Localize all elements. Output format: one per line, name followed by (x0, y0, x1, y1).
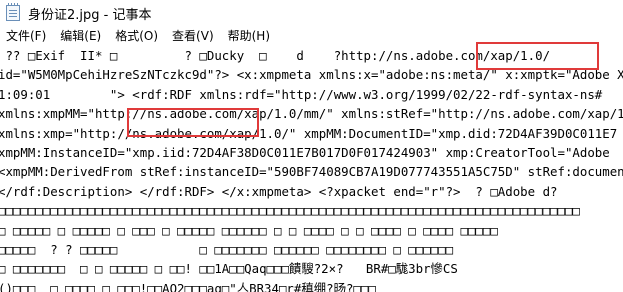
text-line: 1:09:01 "> <rdf:RDF xmlns:rdf="http://ww… (0, 86, 603, 102)
text-line: </rdf:Description> </rdf:RDF> </x:xmpmet… (0, 183, 558, 199)
text-line: id="W5M0MpCehiHzreSzNTczkc9d"?> <x:xmpme… (0, 67, 623, 83)
menu-edit[interactable]: 编辑(E) (53, 26, 108, 46)
menu-file[interactable]: 文件(F) (0, 26, 53, 46)
menu-format[interactable]: 格式(O) (108, 26, 165, 46)
notepad-icon (6, 3, 20, 21)
text-line: <xmpMM:DerivedFrom stRef:instanceID="590… (0, 164, 623, 180)
window-title: 身份证2.jpg - 记事本 (28, 7, 152, 23)
text-line: xmlns:xmp="http://ns.adobe.com/xap/1.0/"… (0, 125, 618, 141)
title-bar: 身份证2.jpg - 记事本 (0, 0, 623, 26)
text-line: xmpMM:InstanceID="xmp.iid:72D4AF38D0C011… (0, 144, 610, 160)
menu-view[interactable]: 查看(V) (165, 26, 221, 46)
text-line: □ □□□□□□□ □ □ □□□□□ □ □□! □□1A□□Qaq□□□饋騪… (0, 261, 458, 277)
text-editor-area[interactable]: ?? □Exif II* □ ? □Ducky □ d ?http://ns.a… (0, 46, 623, 292)
text-line: ()□□□ □ □□□□ □ □□□!□□AQ2□□□aq□"亼BR34□r#稹… (0, 280, 376, 292)
text-line: □□□□□□□□□□□□□□□□□□□□□□□□□□□□□□□□□□□□□□□□… (0, 203, 580, 219)
menu-bar: 文件(F) 编辑(E) 格式(O) 查看(V) 帮助(H) (0, 26, 623, 46)
text-line: □ □□□□□ □ □□□□□ □ □□□ □ □□□□□ □□□□□□ □ □… (0, 222, 498, 238)
text-line: □□□□□ ? ? □□□□□ □ □□□□□□□ □□□□□□ □□□□□□□… (0, 241, 454, 257)
text-line: ?? □Exif II* □ ? □Ducky □ d ?http://ns.a… (0, 48, 551, 63)
menu-help[interactable]: 帮助(H) (221, 26, 277, 46)
text-line: xmlns:xmpMM="http://ns.adobe.com/xap/1.0… (0, 106, 623, 122)
